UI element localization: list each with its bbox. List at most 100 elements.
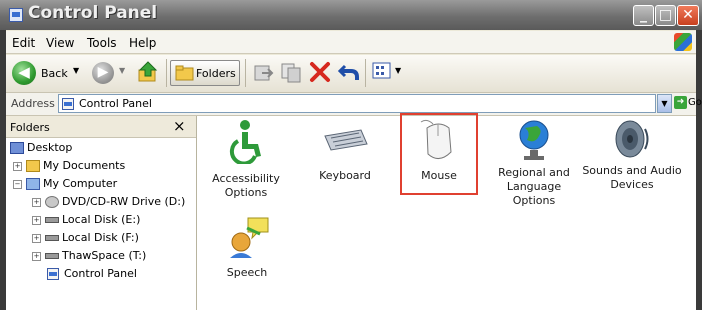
toolbar-separator	[365, 59, 366, 87]
folders-pane-title: Folders	[10, 121, 50, 134]
dvd-drive-icon	[45, 196, 59, 208]
up-folder-icon	[138, 61, 158, 82]
control-panel-icon	[62, 98, 74, 110]
address-dropdown-icon[interactable]: ▼	[657, 94, 672, 113]
tree-label: Local Disk (E:)	[62, 213, 141, 226]
folders-label: Folders	[196, 67, 236, 80]
keyboard-icon	[324, 129, 368, 151]
minimize-button[interactable]: _	[633, 5, 654, 26]
control-panel-icon	[47, 268, 59, 280]
tree-label: DVD/CD-RW Drive (D:)	[62, 195, 186, 208]
tree-item-dvd-drive[interactable]: + DVD/CD-RW Drive (D:)	[32, 195, 185, 208]
tree-item-my-documents[interactable]: + My Documents	[13, 159, 125, 172]
hard-disk-icon	[45, 235, 59, 241]
expand-icon[interactable]: +	[32, 215, 41, 225]
tree-item-thawspace[interactable]: + ThawSpace (T:)	[32, 249, 146, 262]
tree-item-local-disk-f[interactable]: + Local Disk (F:)	[32, 231, 139, 244]
toolbar-separator	[245, 59, 246, 87]
maximize-button[interactable]: □	[655, 5, 676, 26]
back-arrow-icon: ◀	[12, 61, 36, 85]
back-label: Back	[41, 67, 68, 80]
undo-button[interactable]	[337, 60, 361, 86]
folders-pane: Folders × Desktop + My Documents − My Comp…	[6, 116, 197, 310]
menu-bar: Edit View Tools Help	[6, 31, 696, 54]
expand-icon[interactable]: +	[13, 161, 22, 171]
views-icon	[372, 62, 391, 79]
tree-item-my-computer[interactable]: − My Computer	[13, 177, 117, 190]
item-regional-language-options[interactable]: Regional and Language Options	[485, 118, 583, 208]
control-panel-icon	[9, 8, 23, 22]
delete-icon	[310, 62, 330, 82]
hard-disk-icon	[45, 253, 59, 259]
item-label-line1: Speech	[226, 266, 268, 279]
globe-icon	[519, 120, 549, 160]
undo-icon	[337, 64, 359, 80]
item-label-line1: Sounds and Audio	[582, 164, 682, 177]
expand-icon[interactable]: +	[32, 233, 41, 243]
item-label-line2: Language Options	[506, 180, 562, 207]
menu-edit[interactable]: Edit	[12, 36, 35, 50]
menu-help[interactable]: Help	[129, 36, 156, 50]
address-value: Control Panel	[79, 97, 152, 110]
up-folder-button[interactable]	[136, 60, 162, 86]
title-bar[interactable]: Control Panel _ □ ✕	[0, 0, 702, 30]
back-button[interactable]: ◀ Back ▼	[10, 60, 82, 86]
go-button[interactable]: ➜ Go	[674, 94, 702, 113]
tree-item-control-panel[interactable]: Control Panel	[47, 267, 137, 280]
address-bar: Address Control Panel ▼ ➜ Go	[6, 93, 702, 116]
tree-label: Control Panel	[64, 267, 137, 280]
copy-to-icon	[281, 63, 301, 83]
folders-icon	[175, 65, 194, 81]
item-keyboard[interactable]: Keyboard	[305, 124, 385, 183]
item-sounds-audio-devices[interactable]: Sounds and Audio Devices	[582, 117, 682, 192]
address-input[interactable]: Control Panel	[58, 94, 656, 113]
forward-dropdown-icon[interactable]: ▼	[119, 66, 125, 75]
expand-icon[interactable]: +	[32, 197, 41, 207]
tree-label: Local Disk (F:)	[62, 231, 139, 244]
window-title: Control Panel	[28, 3, 158, 23]
item-label-line2: Options	[224, 186, 268, 199]
forward-button[interactable]: ▶ ▼	[90, 60, 130, 86]
item-accessibility-options[interactable]: Accessibility Options	[206, 118, 286, 200]
views-dropdown-icon[interactable]: ▼	[395, 66, 401, 75]
tree-label: Desktop	[27, 141, 73, 154]
folders-pane-header: Folders ×	[6, 116, 196, 138]
toolbar: ◀ Back ▼ ▶ ▼ Folders ▼	[6, 55, 696, 93]
forward-arrow-icon: ▶	[92, 62, 114, 84]
expand-icon[interactable]: +	[32, 251, 41, 261]
close-button[interactable]: ✕	[677, 5, 699, 26]
desktop-icon	[10, 142, 24, 154]
folder-icon	[26, 160, 40, 172]
go-label: Go	[688, 97, 702, 108]
move-to-button[interactable]	[252, 60, 276, 86]
menu-view[interactable]: View	[46, 36, 74, 50]
delete-button[interactable]	[309, 60, 331, 86]
move-to-icon	[254, 65, 274, 81]
views-button[interactable]: ▼	[371, 60, 405, 86]
toolbar-separator	[166, 59, 167, 87]
tree-item-local-disk-e[interactable]: + Local Disk (E:)	[32, 213, 140, 226]
selection-highlight	[400, 113, 478, 195]
close-pane-icon[interactable]: ×	[173, 117, 186, 135]
address-label: Address	[11, 97, 55, 110]
back-dropdown-icon[interactable]: ▼	[73, 66, 79, 75]
folders-button[interactable]: Folders	[170, 60, 240, 86]
windows-logo-icon	[674, 33, 692, 51]
item-label-line1: Regional and	[498, 166, 570, 179]
tree-item-desktop[interactable]: Desktop	[10, 141, 72, 154]
tree-label: ThawSpace (T:)	[62, 249, 147, 262]
hard-disk-icon	[45, 217, 59, 223]
tree-label: My Documents	[43, 159, 126, 172]
accessibility-icon	[229, 120, 261, 164]
copy-to-button[interactable]	[280, 60, 304, 86]
window-right-border	[696, 30, 702, 310]
speaker-icon	[615, 120, 649, 158]
item-label-line2: Devices	[610, 178, 654, 191]
speech-icon	[230, 217, 269, 258]
computer-icon	[26, 178, 40, 190]
tree-label: My Computer	[43, 177, 118, 190]
collapse-icon[interactable]: −	[13, 179, 22, 189]
item-label-line1: Keyboard	[319, 169, 371, 182]
menu-tools[interactable]: Tools	[87, 36, 117, 50]
item-speech[interactable]: Speech	[207, 214, 287, 280]
